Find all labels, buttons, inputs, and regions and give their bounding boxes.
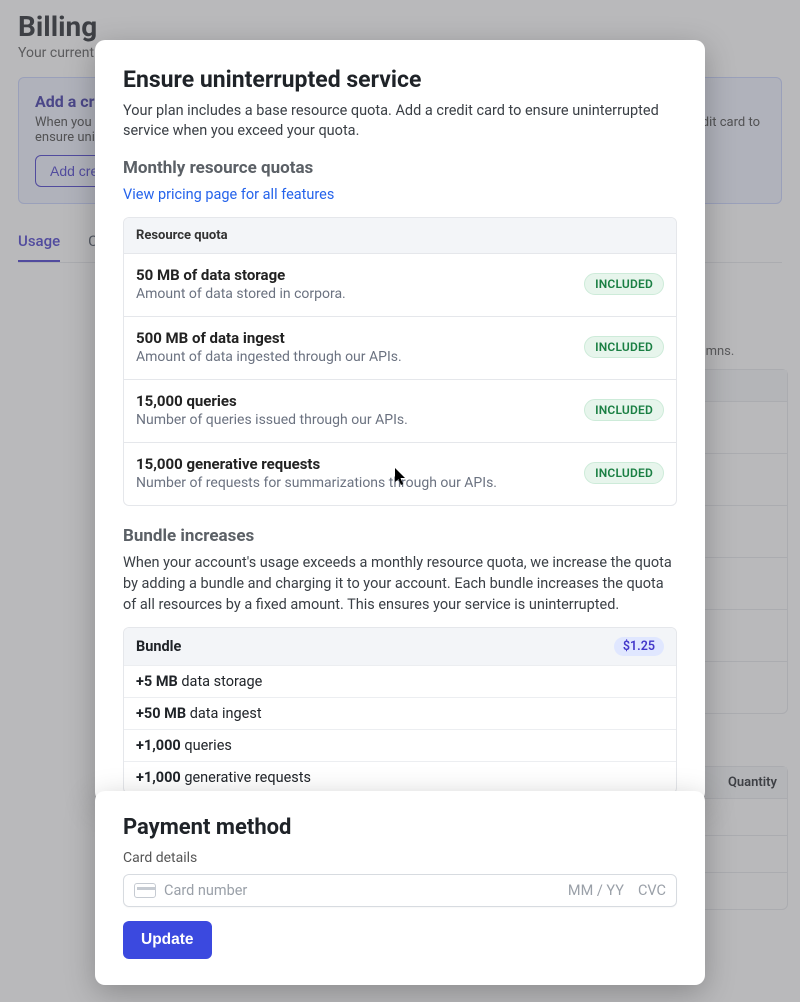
quota-title: 15,000 queries (136, 392, 408, 410)
included-badge: INCLUDED (584, 336, 664, 358)
included-badge: INCLUDED (584, 399, 664, 421)
quota-row: 15,000 queries Number of queries issued t… (124, 380, 676, 443)
quota-row: 50 MB of data storage Amount of data stor… (124, 254, 676, 317)
bundle-amount: +5 MB (136, 673, 178, 690)
bundle-row: +1,000 queries (124, 729, 676, 761)
bundle-amount: +1,000 (136, 769, 181, 786)
quota-title: 500 MB of data ingest (136, 329, 402, 347)
card-number-placeholder: Card number (164, 882, 560, 899)
modal-lead: Your plan includes a base resource quota… (123, 101, 677, 142)
bundle-label: queries (181, 737, 232, 754)
quota-table-header: Resource quota (124, 218, 676, 254)
card-cvc-placeholder: CVC (638, 882, 666, 899)
update-button[interactable]: Update (123, 921, 212, 959)
bundle-th: Bundle (136, 638, 181, 655)
credit-card-icon (134, 883, 156, 898)
quota-modal: Ensure uninterrupted service Your plan i… (95, 40, 705, 802)
bundle-amount: +1,000 (136, 737, 181, 754)
pricing-link[interactable]: View pricing page for all features (123, 186, 334, 203)
monthly-quotas-heading: Monthly resource quotas (123, 158, 677, 178)
bundle-table: Bundle $1.25 +5 MB data storage +50 MB d… (123, 627, 677, 794)
quota-desc: Amount of data stored in corpora. (136, 286, 346, 302)
modal-title: Ensure uninterrupted service (123, 66, 677, 93)
card-expiry-placeholder: MM / YY (568, 882, 624, 899)
quota-desc: Number of queries issued through our API… (136, 412, 408, 428)
included-badge: INCLUDED (584, 462, 664, 484)
bundle-price: $1.25 (614, 637, 664, 656)
card-details-label: Card details (123, 850, 677, 866)
bundle-amount: +50 MB (136, 705, 186, 722)
bundle-row: +1,000 generative requests (124, 761, 676, 793)
quota-title: 50 MB of data storage (136, 266, 346, 284)
quota-desc: Number of requests for summarizations th… (136, 475, 497, 491)
included-badge: INCLUDED (584, 273, 664, 295)
quota-row: 500 MB of data ingest Amount of data inge… (124, 317, 676, 380)
bundle-row: +5 MB data storage (124, 665, 676, 697)
bundle-heading: Bundle increases (123, 526, 677, 546)
quota-title: 15,000 generative requests (136, 455, 497, 473)
bundle-label: data ingest (186, 705, 261, 722)
payment-card: Payment method Card details Card number … (95, 791, 705, 985)
bundle-label: generative requests (181, 769, 311, 786)
quota-desc: Amount of data ingested through our APIs… (136, 349, 402, 365)
card-input[interactable]: Card number MM / YY CVC (123, 874, 677, 907)
payment-title: Payment method (123, 815, 677, 840)
bundle-row: +50 MB data ingest (124, 697, 676, 729)
bundle-label: data storage (178, 673, 263, 690)
bundle-body: When your account's usage exceeds a mont… (123, 552, 677, 615)
quota-table: Resource quota 50 MB of data storage Amou… (123, 217, 677, 506)
